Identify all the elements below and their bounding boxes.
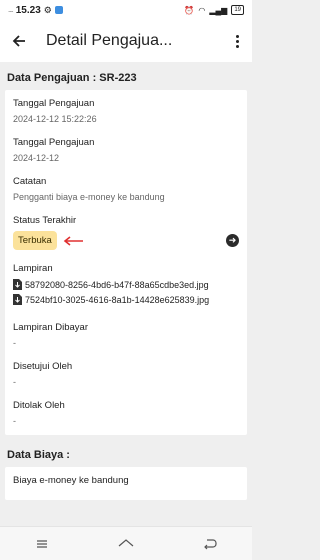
red-arrow-icon xyxy=(63,235,83,246)
field-value: Pengganti biaya e-money ke bandung xyxy=(13,192,165,202)
attachment-name: 58792080-8256-4bd6-b47f-88a65cdbe3ed.jpg xyxy=(25,279,209,290)
biaya-item[interactable]: Biaya e-money ke bandung xyxy=(13,469,239,498)
battery-icon: 19 xyxy=(231,5,244,15)
field-value: - xyxy=(13,377,16,387)
back-nav-button[interactable] xyxy=(195,534,225,554)
biaya-card: Biaya e-money ke bandung xyxy=(5,467,247,500)
field-lampiran-dibayar: Lampiran Dibayar - xyxy=(13,316,239,355)
attachment-name: 7524bf10-3025-4616-8a1b-14428e625839.jpg xyxy=(25,294,210,305)
biaya-item-label: Biaya e-money ke bandung xyxy=(13,475,129,486)
field-label: Catatan xyxy=(13,176,47,187)
section-title-biaya: Data Biaya : xyxy=(7,449,70,461)
field-tanggal-pengajuan-2: Tanggal Pengajuan 2024-12-12 xyxy=(13,131,239,170)
alarm-icon: ⏰ xyxy=(184,5,195,15)
field-value: - xyxy=(13,416,16,426)
file-download-icon xyxy=(13,279,22,290)
file-download-icon xyxy=(13,294,22,305)
section-title-pengajuan: Data Pengajuan : SR-223 xyxy=(7,72,137,84)
back-nav-icon xyxy=(204,538,217,549)
field-value: 2024-12-12 15:22:26 xyxy=(13,114,97,124)
arrow-right-icon: ➜ xyxy=(228,235,237,245)
field-label: Ditolak Oleh xyxy=(13,400,65,411)
signal-icon: ▂▄▆ xyxy=(209,5,228,15)
field-lampiran: Lampiran 58792080-8256-4bd6-b47f-88a65cd… xyxy=(13,257,239,316)
more-vertical-icon xyxy=(235,34,239,38)
home-button[interactable] xyxy=(111,534,141,554)
settings-status-icon: ⚙ xyxy=(43,4,52,15)
status-badge: Terbuka xyxy=(13,231,57,250)
system-nav-bar xyxy=(0,526,252,560)
more-menu-button[interactable] xyxy=(230,30,244,52)
back-button[interactable] xyxy=(8,30,30,52)
wifi-icon: ◠ xyxy=(198,5,206,15)
menu-lines-icon xyxy=(37,539,47,548)
pengajuan-card: Tanggal Pengajuan 2024-12-12 15:22:26 Ta… xyxy=(5,90,247,435)
home-icon xyxy=(118,538,134,546)
page-title: Detail Pengajua... xyxy=(46,32,173,49)
status-detail-button[interactable]: ➜ xyxy=(226,234,239,247)
field-label: Tanggal Pengajuan xyxy=(13,98,95,109)
field-label: Lampiran Dibayar xyxy=(13,322,88,333)
field-tanggal-pengajuan: Tanggal Pengajuan 2024-12-12 15:22:26 xyxy=(13,92,239,131)
field-label: Tanggal Pengajuan xyxy=(13,137,95,148)
field-value: 2024-12-12 xyxy=(13,153,60,163)
attachment-link[interactable]: 7524bf10-3025-4616-8a1b-14428e625839.jpg xyxy=(13,294,239,305)
field-value: - xyxy=(13,338,16,348)
field-label: Lampiran xyxy=(13,263,53,274)
field-disetujui-oleh: Disetujui Oleh - xyxy=(13,355,239,394)
field-label: Status Terakhir xyxy=(13,215,77,226)
field-ditolak-oleh: Ditolak Oleh - xyxy=(13,394,239,433)
signal-dots: ..... xyxy=(8,6,14,14)
attachment-link[interactable]: 58792080-8256-4bd6-b47f-88a65cdbe3ed.jpg xyxy=(13,279,239,290)
recents-button[interactable] xyxy=(27,534,57,554)
app-notification-icon xyxy=(54,6,63,14)
app-bar: Detail Pengajua... xyxy=(0,20,252,62)
status-bar: ..... 15.23 ⚙ ⏰ ◠ ▂▄▆ 19 xyxy=(0,0,252,20)
status-time: 15.23 xyxy=(15,4,41,16)
scroll-content[interactable]: Data Pengajuan : SR-223 Tanggal Pengajua… xyxy=(0,62,252,526)
field-label: Disetujui Oleh xyxy=(13,361,73,372)
field-catatan: Catatan Pengganti biaya e-money ke bandu… xyxy=(13,170,239,209)
field-status-terakhir: Status Terakhir Terbuka ➜ xyxy=(13,209,239,257)
back-arrow-icon xyxy=(12,35,25,47)
